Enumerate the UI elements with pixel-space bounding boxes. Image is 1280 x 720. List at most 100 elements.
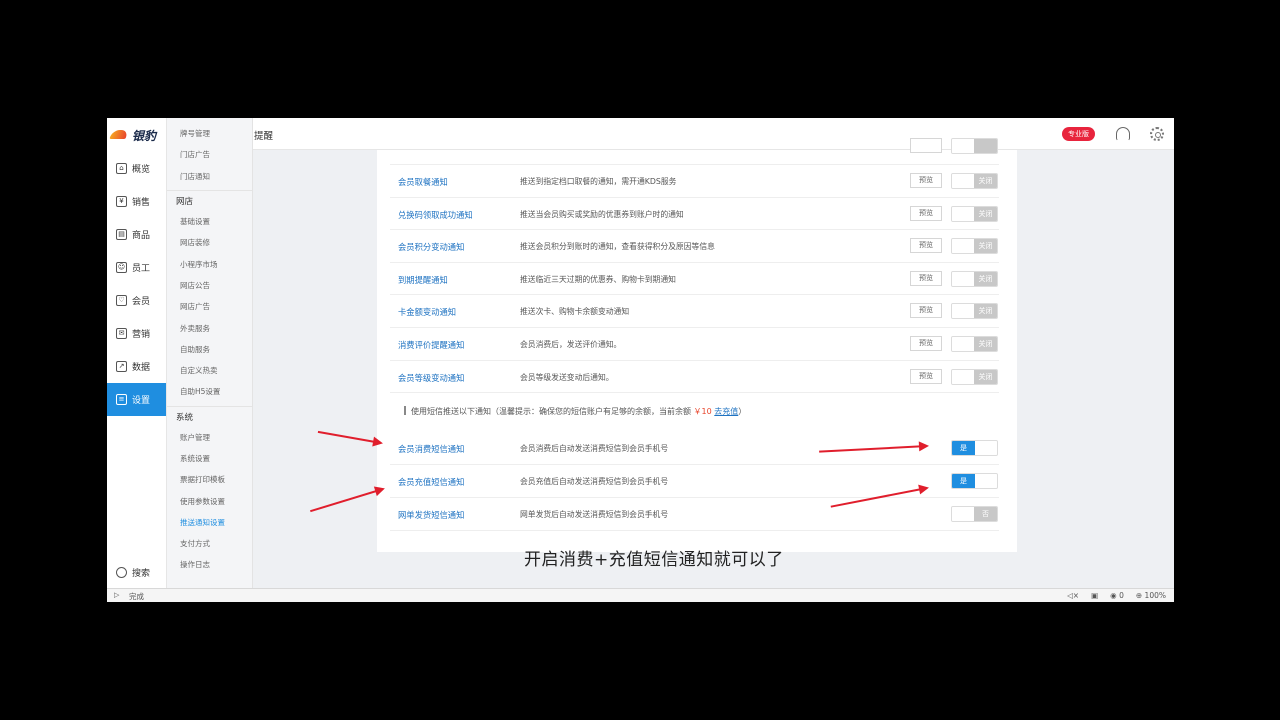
toggle-switch[interactable]: 关闭 [951,303,998,320]
staff-icon: ☺ [116,262,127,273]
toggle-clipped[interactable] [951,138,998,154]
section-bar [404,406,406,415]
headset-icon[interactable] [1116,127,1130,141]
toggle-switch[interactable]: 关闭 [951,368,998,385]
row-title[interactable]: 卡金额变动通知 [398,306,456,318]
row-title[interactable]: 网单发货短信通知 [398,509,464,521]
row-title[interactable]: 会员取餐通知 [398,176,448,188]
submenu-item[interactable]: 自助H5设置 [167,381,252,402]
nav-item-7[interactable]: ≡ 设置 [107,383,166,416]
table-row: 兑换码领取成功通知 推送当会员购买或奖励的优惠券到账户时的通知 预览 关闭 [390,198,999,231]
table-row: 网单发货短信通知 网单发货后自动发送消费短信到会员手机号 否 [390,498,999,531]
row-description: 网单发货后自动发送消费短信到会员手机号 [520,510,669,519]
video-caption: 开启消费+充值短信通知就可以了 [524,550,784,570]
submenu-item[interactable]: 网店公告 [167,275,252,296]
nav-item-label: 商品 [132,231,151,241]
nav-item-6[interactable]: ↗ 数据 [107,350,166,383]
row-title[interactable]: 消费评价提醒通知 [398,339,464,351]
toggle-switch[interactable]: 关闭 [951,205,998,222]
row-description: 推送当会员购买或奖励的优惠券到账户时的通知 [520,209,684,219]
nav-item-label: 营销 [132,330,151,340]
submenu-item[interactable]: 小程序市场 [167,253,252,274]
lock-icon[interactable]: ▣ [1091,591,1098,600]
row-title[interactable]: 会员积分变动通知 [398,241,464,253]
submenu-item[interactable]: 使用参数设置 [167,490,252,511]
toggle-knob [952,174,975,188]
marketing-icon: ✉ [116,328,127,339]
submenu-item[interactable]: 网店装修 [167,232,252,253]
row-title[interactable]: 到期提醒通知 [398,274,448,286]
preview-button-clipped[interactable] [910,138,942,153]
submenu-item[interactable]: 推送通知设置 [167,512,252,533]
submenu-item[interactable]: 操作日志 [167,554,252,575]
table-row: 会员消费短信通知 会员消费后自动发送消费短信到会员手机号 是 [390,432,999,465]
toggle-switch[interactable]: 否 [951,506,998,522]
preview-button[interactable]: 预览 [910,205,942,221]
submenu-item[interactable]: 基础设置 [167,211,252,232]
table-row: 会员积分变动通知 推送会员积分到账时的通知，查看获得积分及原因等信息 预览 关闭 [390,230,999,263]
preview-button[interactable]: 预览 [910,238,942,254]
logo: 银豹 [107,118,166,152]
submenu-item[interactable]: 自定义热卖 [167,360,252,381]
submenu-item[interactable]: 牌号管理 [167,123,252,144]
nav-item-0[interactable]: ⌂ 概览 [107,152,166,185]
submenu-item[interactable]: 票据打印模板 [167,469,252,490]
submenu-item[interactable]: 支付方式 [167,533,252,554]
nav-search[interactable]: 搜索 [107,561,167,583]
toggle-switch[interactable]: 关闭 [951,238,998,255]
row-title[interactable]: 会员消费短信通知 [398,443,464,455]
submenu-group-online: 网店 [167,189,252,211]
submenu-item[interactable]: 账户管理 [167,427,252,448]
submenu-item[interactable]: 网店广告 [167,296,252,317]
annotation-arrow-left-2 [310,488,384,513]
preview-button[interactable]: 预览 [910,303,942,319]
nav-item-5[interactable]: ✉ 营销 [107,317,166,350]
zoom-control[interactable]: ⊕ 100% [1136,591,1166,600]
row-title[interactable]: 兑换码领取成功通知 [398,209,473,221]
status-bar: ▷ 完成 ◁× ▣ ◉ 0 ⊕ 100% [107,588,1174,602]
edition-badge[interactable]: 专业版 [1062,127,1095,141]
toggle-label: 关闭 [974,337,997,351]
recharge-link[interactable]: 去充值 [714,407,738,416]
toggle-label: 关闭 [974,369,997,384]
submenu-item[interactable]: 门店通知 [167,166,252,187]
status-count[interactable]: ◉ 0 [1110,591,1124,600]
toggle-label: 关闭 [974,239,997,254]
toggle-knob [974,441,997,455]
toggle-knob [952,507,975,521]
page-title: 提醒 [254,131,274,142]
toggle-switch[interactable]: 关闭 [951,270,998,287]
toggle-switch[interactable]: 关闭 [951,336,998,352]
play-icon[interactable]: ▷ [114,591,119,599]
preview-button[interactable]: 预览 [910,270,942,286]
toggle-label: 是 [952,474,975,488]
row-title[interactable]: 会员充值短信通知 [398,476,464,488]
preview-button[interactable]: 预览 [910,173,942,188]
nav-item-label: 销售 [132,198,151,208]
row-description: 推送临近三天过期的优惠券、购物卡到期通知 [520,274,676,284]
submenu-item[interactable]: 门店广告 [167,144,252,165]
submenu-item[interactable]: 系统设置 [167,448,252,469]
status-right: ◁× ▣ ◉ 0 ⊕ 100% [1067,591,1166,600]
nav-item-label: 设置 [132,396,151,406]
row-title[interactable]: 会员等级变动通知 [398,372,464,384]
toggle-label: 是 [952,441,975,455]
nav-item-3[interactable]: ☺ 员工 [107,251,166,284]
toggle-switch[interactable]: 是 [951,440,998,456]
submenu-group-system: 系统 [167,405,252,427]
nav-item-4[interactable]: ♡ 会员 [107,284,166,317]
row-description: 会员等级发送变动后通知。 [520,372,614,382]
toggle-switch[interactable]: 关闭 [951,173,998,189]
toggle-switch[interactable]: 是 [951,473,998,489]
sales-icon: ¥ [116,196,127,207]
submenu-item[interactable]: 自助服务 [167,339,252,360]
preview-button[interactable]: 预览 [910,336,942,351]
nav-item-1[interactable]: ¥ 销售 [107,185,166,218]
search-icon [116,566,127,578]
nav-item-2[interactable]: ▤ 商品 [107,218,166,251]
mute-icon[interactable]: ◁× [1067,591,1079,600]
preview-button[interactable]: 预览 [910,368,942,384]
submenu-item[interactable]: 外卖服务 [167,317,252,338]
toggle-knob [952,369,975,384]
gear-icon[interactable] [1150,127,1164,141]
